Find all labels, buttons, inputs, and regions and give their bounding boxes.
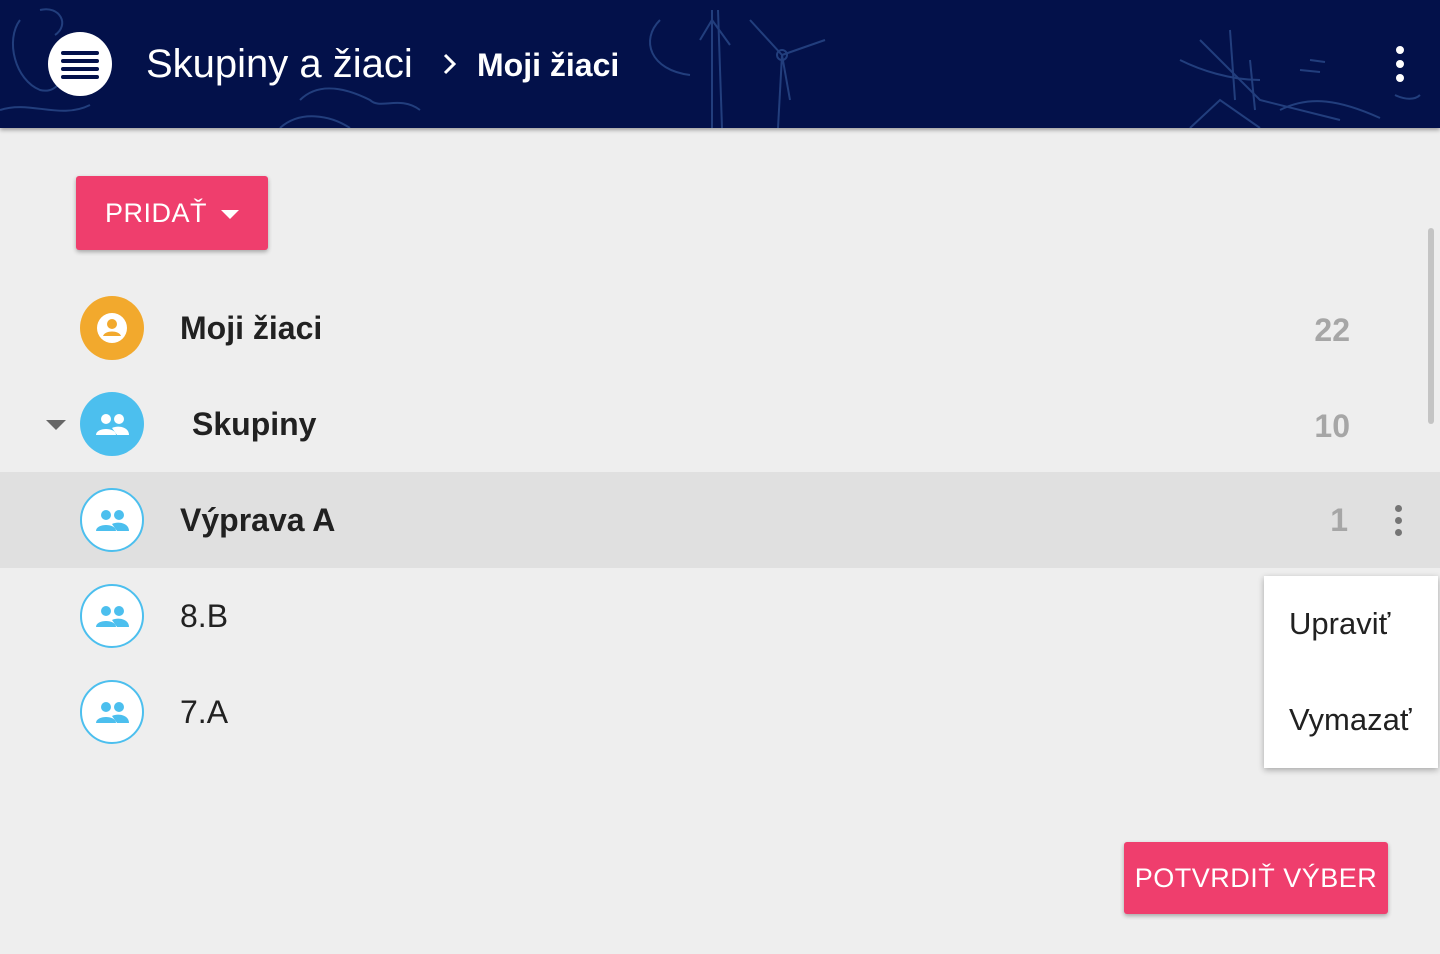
tree-row-group-7a[interactable]: 7.A <box>0 664 1440 760</box>
tree-row-label: Skupiny <box>192 406 317 442</box>
breadcrumb-root[interactable]: Skupiny a žiaci <box>146 40 413 88</box>
tree-row-groups[interactable]: Skupiny 10 <box>0 376 1440 472</box>
add-dropdown-button[interactable]: PRIDAŤ <box>76 176 268 250</box>
main-menu-button[interactable] <box>48 32 112 96</box>
breadcrumb-current: Moji žiaci <box>477 47 620 83</box>
more-vert-icon <box>1394 504 1402 512</box>
add-button-label: PRIDAŤ <box>104 197 207 228</box>
row-more-button[interactable] <box>1384 500 1412 540</box>
tree-row-label: 7.A <box>180 694 229 730</box>
tree-row-group-vyprava-a[interactable]: Výprava A 1 <box>0 472 1440 568</box>
tree-row-my-students[interactable]: Moji žiaci 22 <box>0 280 1440 376</box>
caret-down-icon <box>221 209 239 219</box>
group-icon <box>80 680 144 744</box>
person-icon <box>80 296 144 360</box>
tree-row-count: 22 <box>1314 312 1350 348</box>
tree-row-label: 8.B <box>180 598 229 634</box>
confirm-selection-button[interactable]: POTVRDIŤ VÝBER <box>1124 842 1388 914</box>
more-vert-icon <box>1396 46 1404 54</box>
group-icon <box>80 488 144 552</box>
group-icon <box>80 584 144 648</box>
tree-row-count: 1 <box>1330 502 1348 538</box>
hamburger-icon <box>61 51 99 79</box>
header-more-button[interactable] <box>1382 40 1418 88</box>
chevron-right-icon <box>443 53 457 75</box>
tree-row-label: Výprava A <box>180 502 336 538</box>
app-header: Skupiny a žiaci Moji žiaci <box>0 0 1440 128</box>
menu-item-edit[interactable]: Upraviť <box>1264 576 1438 672</box>
group-icon <box>80 392 144 456</box>
tree-row-count: 10 <box>1314 408 1350 444</box>
tree-row-label: Moji žiaci <box>180 310 323 346</box>
row-context-menu: Upraviť Vymazať <box>1264 576 1438 768</box>
expand-caret-icon[interactable] <box>46 420 66 430</box>
tree-row-group-8b[interactable]: 8.B <box>0 568 1440 664</box>
menu-item-delete[interactable]: Vymazať <box>1264 672 1438 768</box>
